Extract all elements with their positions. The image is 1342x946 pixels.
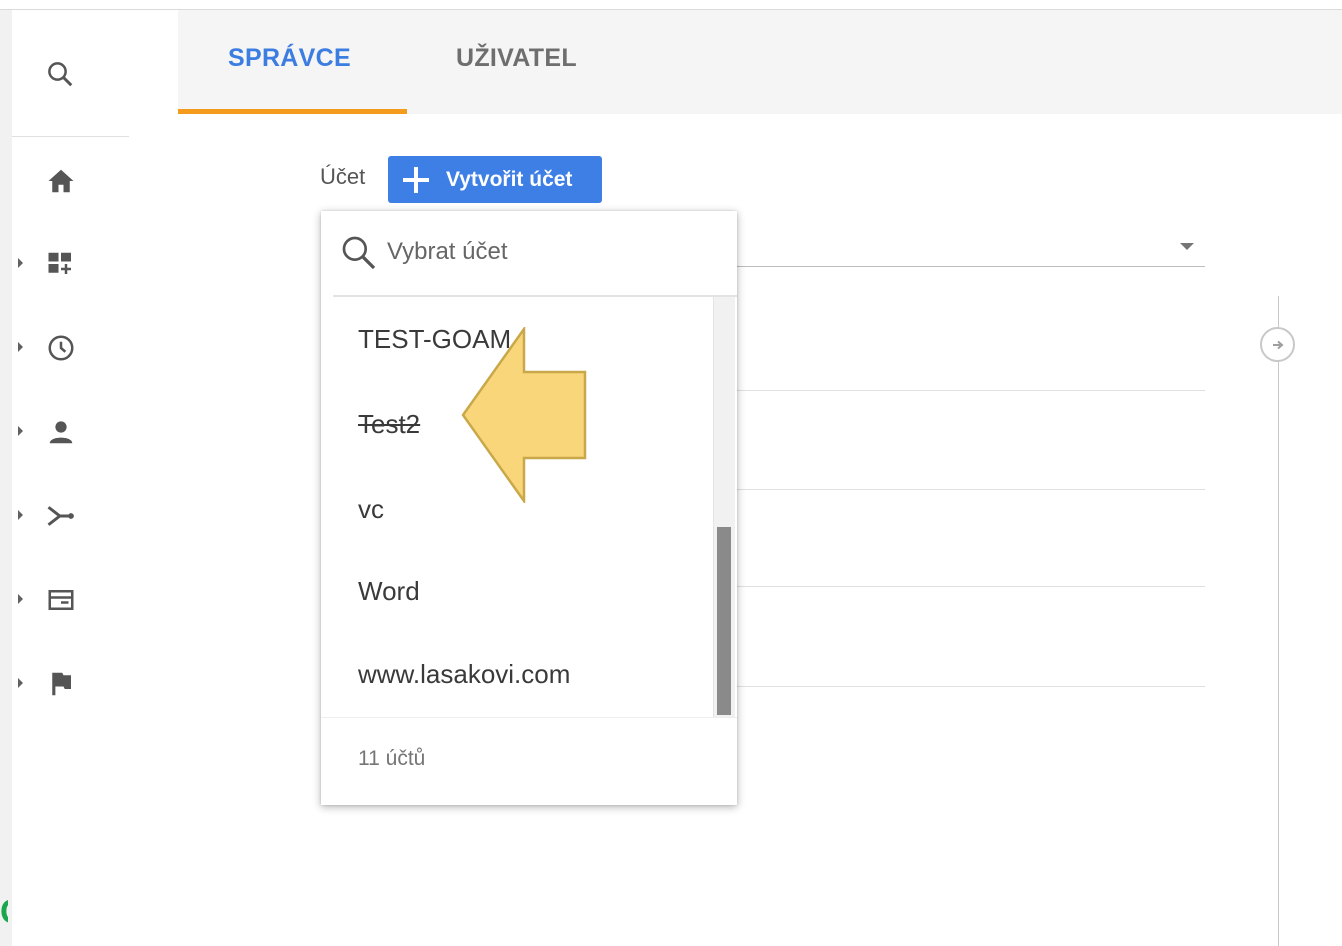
account-label: Účet [320, 164, 366, 189]
account-count: 11 účtů [358, 747, 426, 770]
acquisition-icon[interactable] [45, 500, 77, 532]
sidebar-divider [12, 136, 129, 137]
arrow-right-circle-icon[interactable] [1260, 327, 1295, 362]
sidebar [12, 10, 178, 946]
annotation-arrow-icon [461, 327, 587, 503]
scrollbar-thumb[interactable] [717, 527, 731, 715]
flag-icon[interactable] [45, 668, 77, 700]
list-item[interactable]: vc [358, 494, 384, 525]
create-account-button[interactable]: Vytvořit účet [388, 156, 602, 203]
person-icon[interactable] [45, 416, 77, 448]
partial-logo-char: C [0, 892, 8, 932]
tab-admin[interactable]: SPRÁVCE [228, 44, 351, 73]
behavior-icon[interactable] [45, 584, 77, 616]
plus-icon [403, 166, 429, 193]
row-divider [737, 586, 1205, 587]
search-icon[interactable] [44, 58, 76, 90]
list-item[interactable]: www.lasakovi.com [358, 659, 570, 690]
account-select-underline [737, 266, 1205, 267]
expand-arrow-icon[interactable] [18, 678, 23, 688]
create-account-button-label: Vytvořit účet [446, 167, 573, 191]
tabs-bar [178, 10, 1342, 114]
expand-arrow-icon[interactable] [18, 510, 23, 520]
tab-user[interactable]: UŽIVATEL [456, 44, 577, 73]
account-search-input[interactable] [387, 233, 707, 271]
top-border [0, 0, 1342, 10]
dashboard-add-icon[interactable] [45, 248, 77, 280]
active-tab-indicator [178, 109, 407, 114]
dropdown-divider [333, 295, 737, 297]
expand-arrow-icon[interactable] [18, 426, 23, 436]
home-icon[interactable] [45, 165, 77, 197]
row-divider [737, 390, 1205, 391]
dropdown-caret-icon[interactable] [1180, 243, 1194, 250]
expand-arrow-icon[interactable] [18, 342, 23, 352]
left-edge-strip [0, 10, 12, 946]
account-dropdown: TEST-GOAM Test2 vc Word www.lasakovi.com… [321, 211, 737, 805]
clock-icon[interactable] [45, 332, 77, 364]
expand-arrow-icon[interactable] [18, 594, 23, 604]
expand-arrow-icon[interactable] [18, 258, 23, 268]
search-icon [339, 233, 379, 278]
list-item[interactable]: Word [358, 576, 420, 607]
dropdown-footer-divider [321, 717, 737, 718]
column-divider [1278, 296, 1279, 946]
row-divider [737, 686, 1205, 687]
row-divider [737, 489, 1205, 490]
list-item[interactable]: Test2 [358, 409, 420, 440]
dropdown-search [321, 211, 737, 295]
